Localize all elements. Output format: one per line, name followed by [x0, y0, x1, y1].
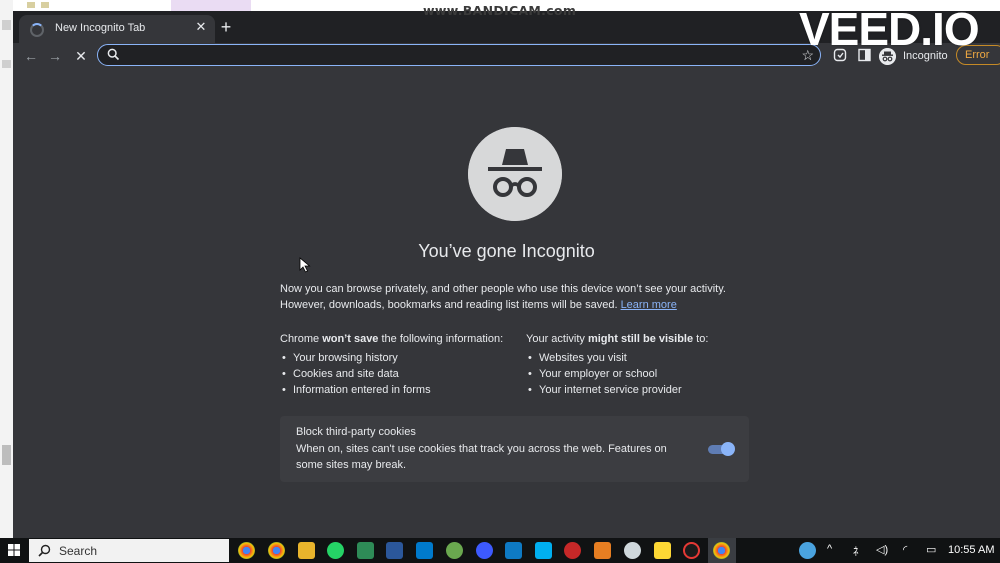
- app-taskbar-icon[interactable]: [654, 542, 671, 559]
- wont-save-suffix: the following information:: [378, 333, 504, 345]
- wont-save-list: Your browsing history Cookies and site d…: [280, 350, 520, 398]
- settings-gear-icon[interactable]: [624, 542, 641, 559]
- toggle-knob: [721, 442, 735, 456]
- record-icon[interactable]: [683, 542, 700, 559]
- visible-to-suffix: to:: [693, 333, 709, 345]
- visible-to-bold: might still be visible: [587, 333, 694, 345]
- recorder-icon[interactable]: [564, 542, 581, 559]
- visible-to-heading: Your activity might still be visible to:: [526, 331, 756, 347]
- visible-to-prefix: Your activity: [526, 333, 588, 345]
- word-icon[interactable]: [386, 542, 403, 559]
- app-taskbar-icon[interactable]: [357, 542, 374, 559]
- battery-icon[interactable]: ▭: [926, 543, 936, 556]
- back-button[interactable]: ←: [21, 47, 41, 65]
- cookie-description: When on, sites can't use cookies that tr…: [296, 443, 667, 471]
- list-item: Information entered in forms: [282, 382, 520, 398]
- whatsapp-icon[interactable]: [327, 542, 344, 559]
- chevron-up-icon[interactable]: ^: [827, 543, 832, 555]
- loading-spinner-icon: [30, 23, 44, 37]
- cookie-controls-card: Block third-party cookies When on, sites…: [280, 416, 749, 482]
- page-title: You’ve gone Incognito: [418, 241, 595, 261]
- veed-watermark: VEED.IO: [799, 3, 980, 55]
- wifi-icon[interactable]: ◜: [903, 543, 907, 556]
- chrome-taskbar-icon[interactable]: [238, 542, 255, 559]
- browser-window: New Incognito Tab ✕ + ← → ✕ ☆ Incognito …: [13, 11, 1000, 538]
- search-icon: [38, 544, 51, 557]
- wont-save-prefix: Chrome: [280, 333, 323, 345]
- learn-more-link[interactable]: Learn more: [621, 299, 677, 311]
- address-input[interactable]: [126, 47, 790, 64]
- app-taskbar-icon[interactable]: [476, 542, 493, 559]
- list-item: Your employer or school: [528, 366, 756, 382]
- app-taskbar-icon[interactable]: [594, 542, 611, 559]
- input-method-icon[interactable]: ﾈ: [853, 543, 859, 559]
- wont-save-bold: won’t save: [322, 333, 379, 345]
- mouse-cursor-icon: [299, 257, 311, 273]
- intro-line-2: However, downloads, bookmarks and readin…: [280, 297, 740, 313]
- skype-icon[interactable]: [535, 542, 552, 559]
- address-bar[interactable]: ☆: [97, 44, 821, 66]
- windows-start-icon[interactable]: [0, 538, 28, 563]
- chrome-taskbar-active[interactable]: [708, 538, 736, 563]
- clock[interactable]: 10:55 AM: [948, 544, 994, 556]
- windows-taskbar: Search ^ ﾈ ◁) ◜ ▭ 10:55 AM: [0, 538, 1000, 563]
- incognito-logo-icon: [468, 127, 562, 221]
- list-item: Your internet service provider: [528, 382, 756, 398]
- chrome-taskbar-icon[interactable]: [268, 542, 285, 559]
- vscode-icon[interactable]: [416, 542, 433, 559]
- new-tab-button[interactable]: +: [215, 16, 237, 38]
- taskbar-search-placeholder: Search: [59, 544, 98, 558]
- wont-save-heading: Chrome won’t save the following informat…: [280, 331, 520, 347]
- bandicam-watermark: www.BANDICAM.com: [423, 3, 577, 18]
- list-item: Websites you visit: [528, 350, 756, 366]
- volume-icon[interactable]: ◁): [876, 543, 888, 556]
- arrow-right-icon: →: [48, 48, 62, 64]
- intro-line-2-text: However, downloads, bookmarks and readin…: [280, 299, 618, 311]
- mail-icon[interactable]: [505, 542, 522, 559]
- block-cookies-toggle[interactable]: [708, 442, 735, 456]
- stop-button[interactable]: ✕: [71, 47, 91, 65]
- tab-new-incognito[interactable]: New Incognito Tab ✕: [19, 15, 215, 43]
- visible-to-section: Your activity might still be visible to:…: [526, 331, 756, 398]
- visible-to-list: Websites you visit Your employer or scho…: [526, 350, 756, 398]
- file-explorer-icon[interactable]: [298, 542, 315, 559]
- forward-button[interactable]: →: [45, 47, 65, 65]
- incognito-page: You’ve gone Incognito Now you can browse…: [13, 69, 1000, 538]
- chrome-icon: [713, 542, 730, 559]
- app-taskbar-icon[interactable]: [446, 542, 463, 559]
- list-item: Cookies and site data: [282, 366, 520, 382]
- taskbar-search[interactable]: Search: [29, 539, 229, 562]
- plus-icon: +: [220, 17, 232, 37]
- background-window-strip: [0, 0, 14, 538]
- wont-save-section: Chrome won’t save the following informat…: [280, 331, 520, 398]
- arrow-left-icon: ←: [24, 48, 38, 64]
- intro-line-1: Now you can browse privately, and other …: [280, 283, 726, 295]
- tab-title: New Incognito Tab: [55, 22, 146, 34]
- search-icon: [107, 48, 120, 61]
- cookie-title: Block third-party cookies: [296, 426, 416, 438]
- stop-icon: ✕: [75, 48, 87, 64]
- list-item: Your browsing history: [282, 350, 520, 366]
- help-icon[interactable]: [799, 542, 816, 559]
- intro-text: Now you can browse privately, and other …: [280, 281, 740, 313]
- close-icon[interactable]: ✕: [193, 19, 209, 35]
